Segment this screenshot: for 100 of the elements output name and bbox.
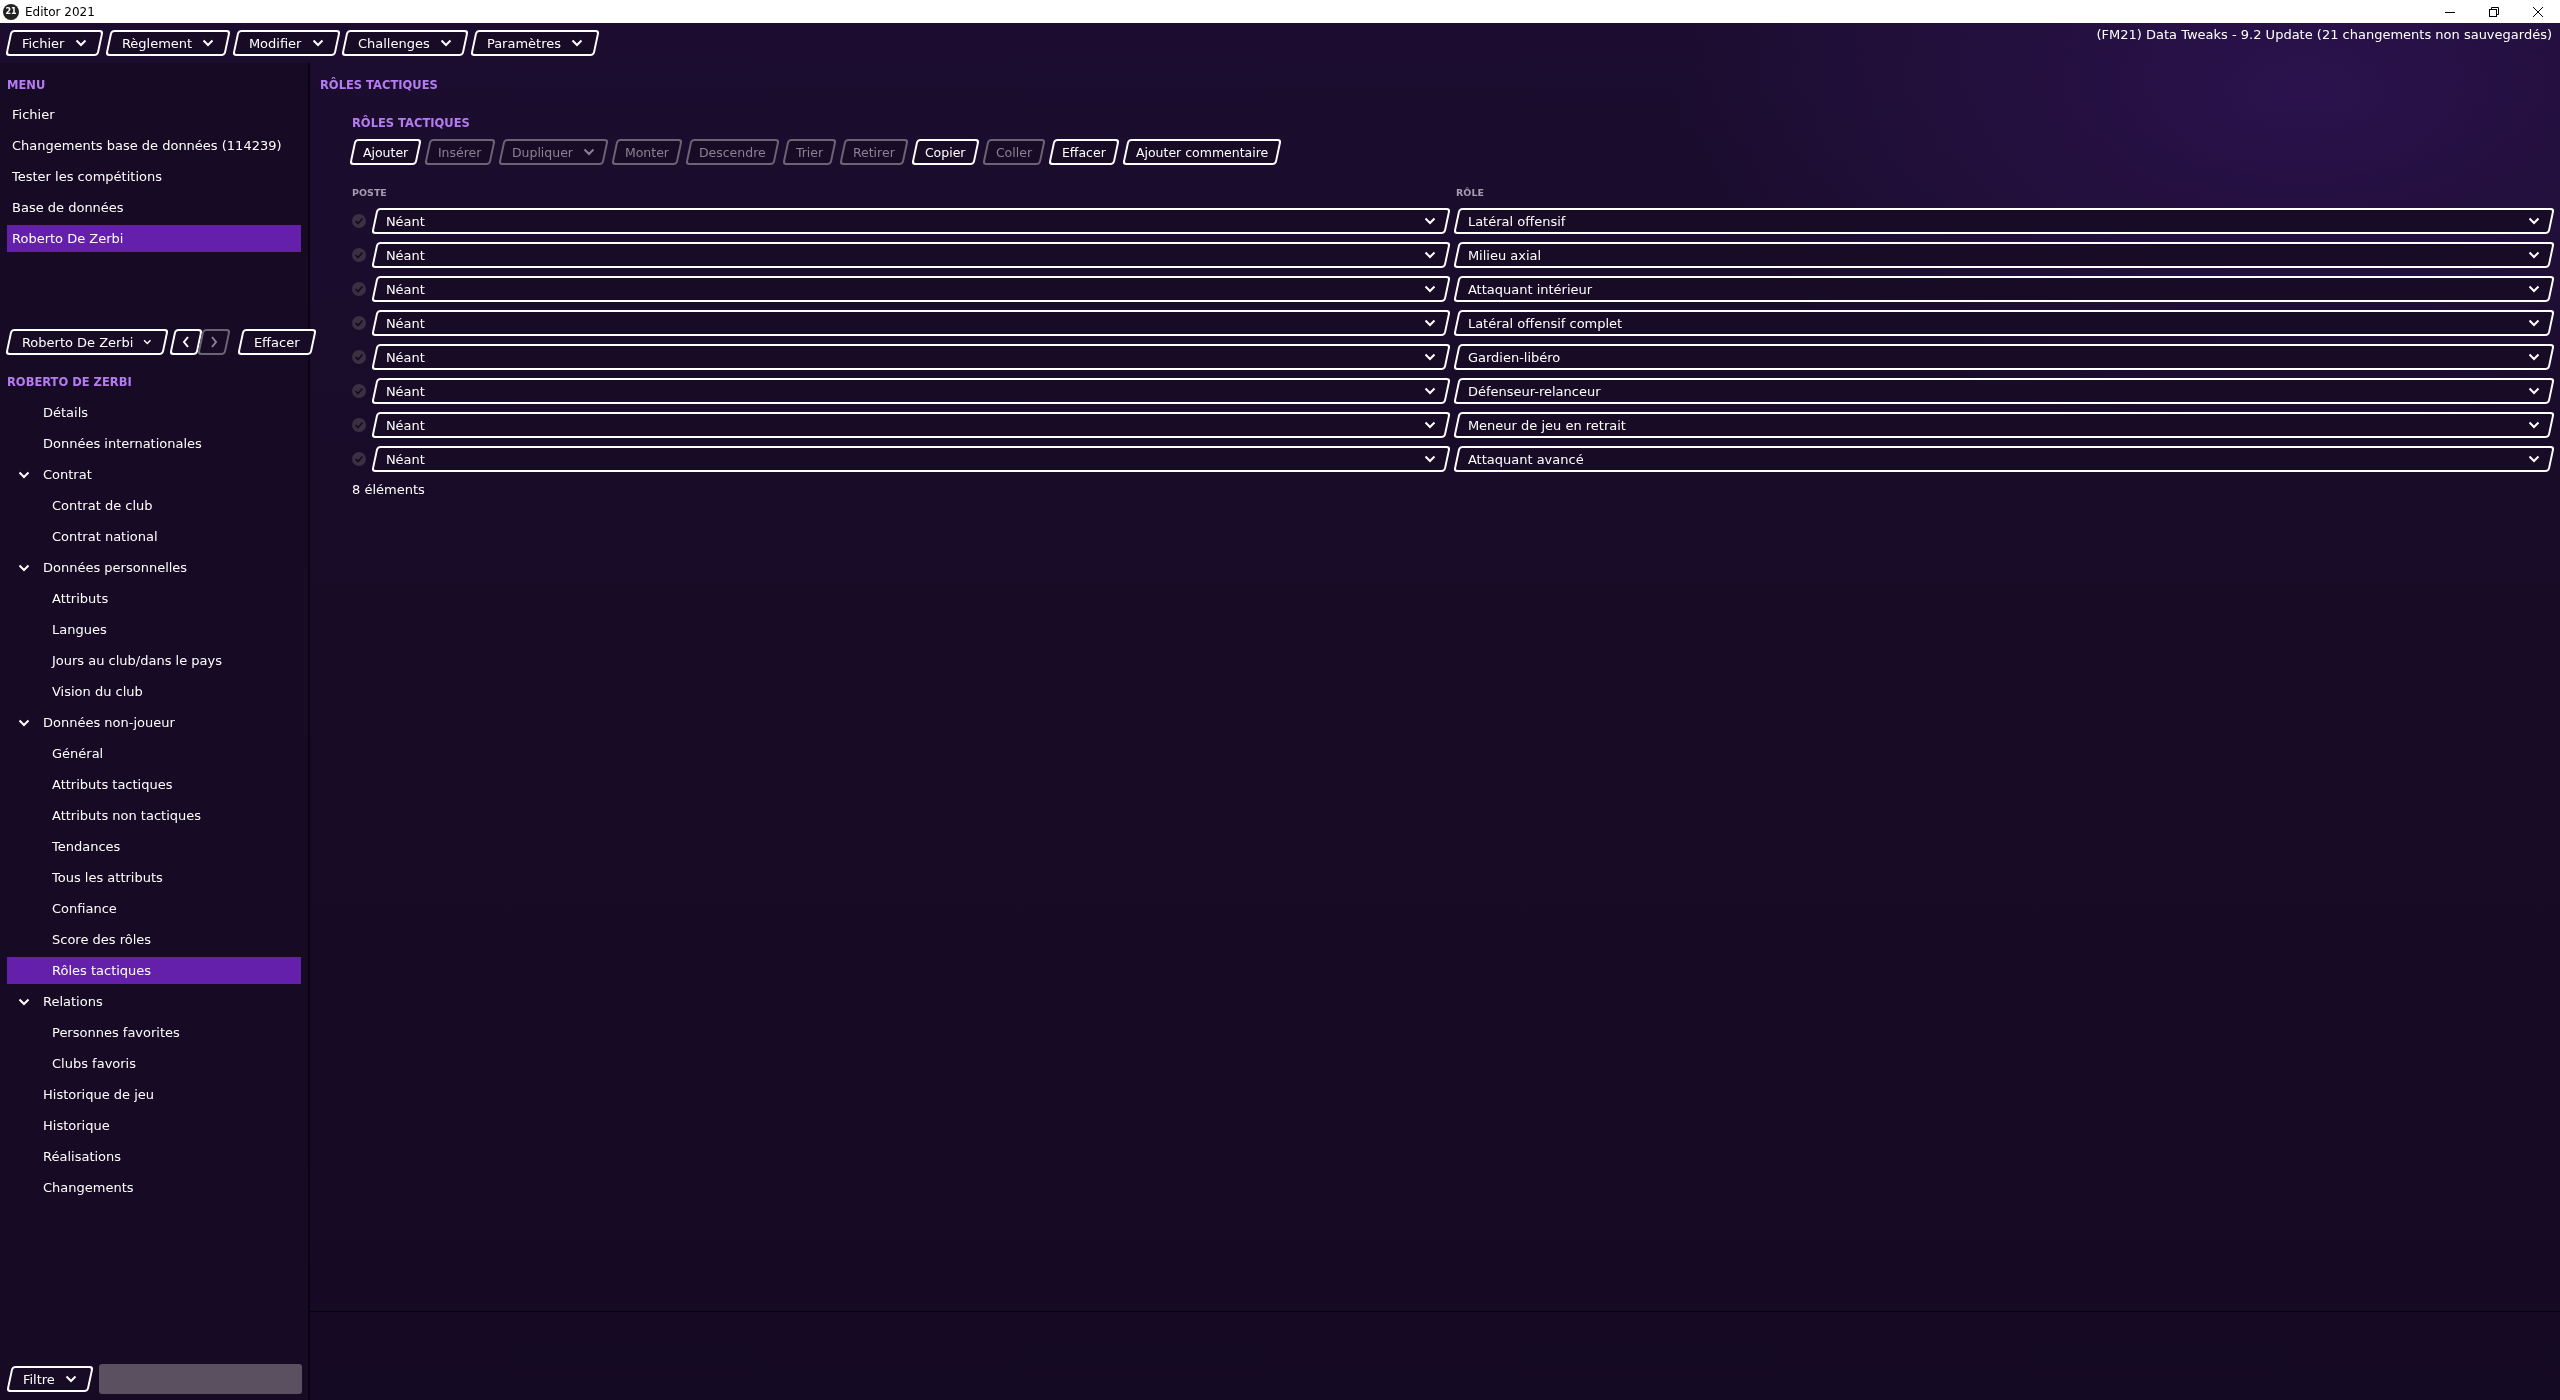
menu-button[interactable]: Modifier bbox=[232, 30, 341, 56]
check-icon bbox=[352, 452, 366, 466]
chevron-down-icon bbox=[2528, 285, 2540, 293]
role-dropdown[interactable]: Latéral offensif bbox=[1453, 208, 2555, 234]
position-dropdown[interactable]: Néant bbox=[371, 344, 1451, 370]
toolbar-button[interactable]: Effacer bbox=[1048, 139, 1120, 165]
next-icon bbox=[210, 336, 218, 348]
project-status: (FM21) Data Tweaks - 9.2 Update (21 changements non sauvegardés) bbox=[2096, 27, 2552, 42]
tree-item[interactable]: Données non-joueur bbox=[7, 709, 301, 736]
chevron-down-icon bbox=[143, 338, 152, 346]
app-logo: 21 bbox=[3, 3, 19, 20]
position-dropdown[interactable]: Néant bbox=[371, 446, 1451, 472]
chevron-down-icon bbox=[571, 39, 584, 47]
position-dropdown[interactable]: Néant bbox=[371, 242, 1451, 268]
expand-chevron-icon bbox=[18, 718, 30, 727]
tree-item[interactable]: Score des rôles bbox=[7, 926, 301, 953]
expand-chevron-icon bbox=[18, 563, 30, 572]
tree-item[interactable]: Données internationales bbox=[7, 430, 301, 457]
chevron-down-icon bbox=[1424, 387, 1436, 395]
tree-item[interactable]: Personnes favorites bbox=[7, 1019, 301, 1046]
chevron-down-icon bbox=[2528, 217, 2540, 225]
tree-item[interactable]: Jours au club/dans le pays bbox=[7, 647, 301, 674]
role-dropdown[interactable]: Milieu axial bbox=[1453, 242, 2555, 268]
tree-item[interactable]: Données personnelles bbox=[7, 554, 301, 581]
chevron-down-icon bbox=[2528, 421, 2540, 429]
close-icon bbox=[2533, 6, 2543, 17]
menu-item[interactable]: Tester les compétitions bbox=[7, 163, 301, 190]
position-dropdown[interactable]: Néant bbox=[371, 276, 1451, 302]
toolbar-button[interactable]: Ajouter commentaire bbox=[1121, 139, 1282, 165]
person-dropdown[interactable]: Roberto De Zerbi bbox=[5, 329, 169, 355]
item-count: 8 éléments bbox=[352, 482, 426, 497]
menu-item[interactable]: Changements base de données (114239) bbox=[7, 132, 301, 159]
menu-item[interactable]: Base de données bbox=[7, 194, 301, 221]
tree-item[interactable]: Attributs bbox=[7, 585, 301, 612]
tree-item[interactable]: Langues bbox=[7, 616, 301, 643]
chevron-down-icon bbox=[1424, 319, 1436, 327]
tree-item[interactable]: Vision du club bbox=[7, 678, 301, 705]
chevron-down-icon bbox=[201, 39, 214, 47]
position-dropdown[interactable]: Néant bbox=[371, 412, 1451, 438]
check-icon bbox=[352, 248, 366, 262]
menu-button[interactable]: Paramètres bbox=[470, 30, 601, 56]
chevron-down-icon bbox=[1424, 421, 1436, 429]
section-heading: ROBERTO DE ZERBI bbox=[6, 375, 133, 389]
check-icon bbox=[352, 418, 366, 432]
previous-button[interactable] bbox=[169, 329, 203, 355]
chevron-down-icon bbox=[2528, 319, 2540, 327]
toolbar-button[interactable]: Ajouter bbox=[349, 139, 423, 165]
chevron-down-icon bbox=[64, 1375, 77, 1383]
menu-item[interactable]: Fichier bbox=[7, 101, 301, 128]
chevron-down-icon bbox=[1424, 353, 1436, 361]
tree-item[interactable]: Tous les attributs bbox=[7, 864, 301, 891]
role-dropdown[interactable]: Meneur de jeu en retrait bbox=[1453, 412, 2555, 438]
menu-button[interactable]: Challenges bbox=[341, 30, 469, 56]
column-header: RÔLE bbox=[1456, 187, 1485, 198]
toolbar-button[interactable]: Copier bbox=[911, 139, 980, 165]
tree-item[interactable]: Historique de jeu bbox=[7, 1081, 301, 1108]
menu-item[interactable]: Roberto De Zerbi bbox=[7, 225, 301, 252]
check-icon bbox=[352, 214, 366, 228]
position-dropdown[interactable]: Néant bbox=[371, 378, 1451, 404]
tree-item[interactable]: Contrat de club bbox=[7, 492, 301, 519]
filter-dropdown[interactable]: Filtre bbox=[6, 1366, 94, 1392]
role-dropdown[interactable]: Attaquant avancé bbox=[1453, 446, 2555, 472]
chevron-down-icon bbox=[2528, 251, 2540, 259]
role-dropdown[interactable]: Attaquant intérieur bbox=[1453, 276, 2555, 302]
chevron-down-icon bbox=[2528, 353, 2540, 361]
tree-item[interactable]: Contrat bbox=[7, 461, 301, 488]
tree-item[interactable]: Détails bbox=[7, 399, 301, 426]
chevron-down-icon bbox=[2528, 387, 2540, 395]
chevron-down-icon bbox=[1424, 455, 1436, 463]
role-dropdown[interactable]: Défenseur-relanceur bbox=[1453, 378, 2555, 404]
tree-item[interactable]: Relations bbox=[7, 988, 301, 1015]
role-dropdown[interactable]: Gardien-libéro bbox=[1453, 344, 2555, 370]
restore-icon bbox=[2489, 6, 2499, 17]
tree-item[interactable]: Confiance bbox=[7, 895, 301, 922]
role-dropdown[interactable]: Latéral offensif complet bbox=[1453, 310, 2555, 336]
tree-item[interactable]: Historique bbox=[7, 1112, 301, 1139]
position-dropdown[interactable]: Néant bbox=[371, 310, 1451, 336]
tree-item[interactable]: Clubs favoris bbox=[7, 1050, 301, 1077]
tree-item[interactable]: Général bbox=[7, 740, 301, 767]
chevron-down-icon bbox=[2528, 455, 2540, 463]
tree-item[interactable]: Attributs non tactiques bbox=[7, 802, 301, 829]
tree-item[interactable]: Réalisations bbox=[7, 1143, 301, 1170]
tree-item[interactable]: Contrat national bbox=[7, 523, 301, 550]
tree-item[interactable]: Tendances bbox=[7, 833, 301, 860]
section-heading: MENU bbox=[6, 78, 47, 92]
tree-item[interactable]: Rôles tactiques bbox=[7, 957, 301, 984]
chevron-down-icon bbox=[440, 39, 453, 47]
chevron-down-icon bbox=[582, 148, 595, 156]
filter-field[interactable] bbox=[98, 1364, 302, 1394]
position-dropdown[interactable]: Néant bbox=[371, 208, 1451, 234]
tree-item[interactable]: Changements bbox=[7, 1174, 301, 1201]
page-heading: RÔLES TACTIQUES bbox=[320, 78, 439, 92]
check-icon bbox=[352, 350, 366, 364]
check-icon bbox=[352, 316, 366, 330]
expand-chevron-icon bbox=[18, 997, 30, 1006]
menu-button[interactable]: Fichier bbox=[5, 30, 104, 56]
clear-button[interactable]: Effacer bbox=[237, 329, 317, 355]
tree-item[interactable]: Attributs tactiques bbox=[7, 771, 301, 798]
menu-button[interactable]: Règlement bbox=[104, 30, 231, 56]
section-heading: RÔLES TACTIQUES bbox=[352, 116, 471, 130]
